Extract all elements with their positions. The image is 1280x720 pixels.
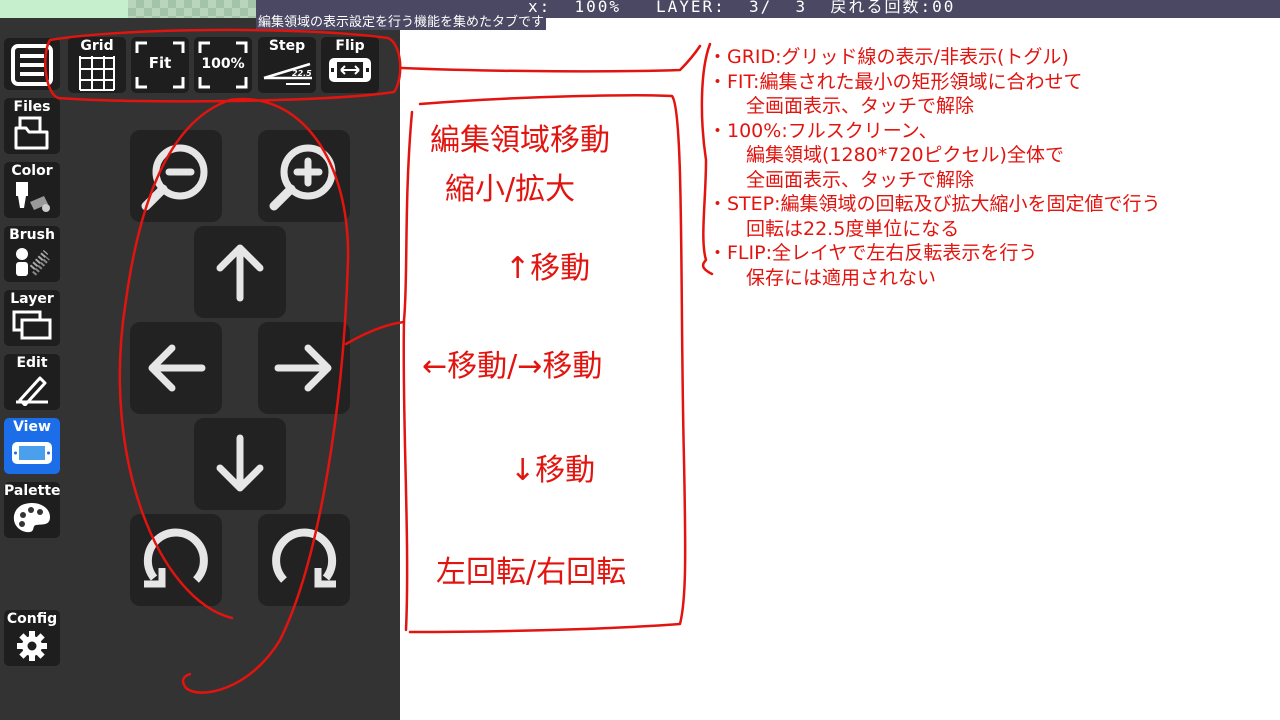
left-right-annotation: ←移動/→移動 [422, 349, 603, 384]
move-zone-annotation: 編集領域移動 [430, 123, 610, 158]
gear-icon [17, 631, 47, 661]
sidebar-item-edit[interactable]: Edit [4, 354, 60, 410]
zoom-out-icon [141, 144, 208, 211]
step-label: Step [268, 38, 306, 54]
note-line: 全画面表示、タッチで解除 [708, 95, 975, 117]
grid-label: Grid [80, 38, 114, 54]
step-button[interactable]: Step 22.5 [258, 37, 316, 93]
note-line: 全画面表示、タッチで解除 [708, 168, 975, 191]
grid-icon [79, 56, 115, 91]
note-line: ・STEP:編集領域の回転及び拡大縮小を固定値で行う [708, 193, 1161, 215]
sidebar-item-label: View [13, 419, 51, 435]
rotate-right-icon [272, 528, 337, 588]
arrow-right-icon [274, 344, 332, 392]
tab-tooltip: 編集領域の表示設定を行う機能を集めたタブです [256, 15, 547, 30]
fit-button[interactable]: Fit [131, 37, 189, 93]
color-icon [16, 182, 50, 212]
sidebar-item-label: Files [13, 99, 51, 115]
palette-icon [13, 503, 50, 533]
sidebar-item-label: Config [6, 611, 58, 627]
zoom-in-button[interactable] [258, 130, 350, 222]
layer-icon [12, 310, 52, 340]
flip-icon [329, 58, 371, 82]
zoom-annotation: 縮小/拡大 [445, 172, 576, 207]
rotate-left-button[interactable] [130, 514, 222, 606]
rotate-left-icon [143, 528, 208, 588]
flip-button[interactable]: Flip [321, 37, 379, 93]
note-line: ・100%:フルスクリーン、 [708, 119, 938, 142]
fit-label: Fit [148, 54, 172, 72]
zoom-in-icon [269, 144, 336, 211]
sidebar-item-config[interactable]: Config [4, 610, 60, 666]
sidebar-item-color[interactable]: Color [4, 162, 60, 218]
down-annotation: ↓移動 [510, 453, 596, 488]
menu-button[interactable] [4, 38, 60, 90]
view-icon [12, 442, 52, 464]
angle-step-icon: 22.5 [263, 62, 312, 85]
sidebar-item-palette[interactable]: Palette [4, 482, 60, 538]
sidebar-item-label: Color [11, 163, 53, 179]
arrow-left-icon [148, 344, 206, 392]
edit-icon [16, 376, 48, 406]
note-line: 保存には適用されない [708, 266, 937, 289]
hamburger-menu-icon [11, 44, 53, 86]
files-icon [14, 116, 49, 150]
status-text: x: 100% LAYER: 3/ 3 戻れる回数:00 [528, 0, 956, 16]
up-annotation: ↑移動 [505, 251, 591, 286]
brush-icon [16, 248, 50, 276]
note-line: 回転は22.5度単位になる [708, 217, 960, 240]
color-swatch [0, 0, 128, 18]
step-value: 22.5 [292, 69, 312, 78]
sidebar-item-label: Layer [10, 291, 54, 307]
move-down-button[interactable] [194, 418, 286, 510]
zoom-out-button[interactable] [130, 130, 222, 222]
sidebar-item-label: Edit [16, 355, 48, 371]
flip-label: Flip [335, 38, 365, 54]
sidebar-item-layer[interactable]: Layer [4, 290, 60, 346]
rotate-right-button[interactable] [258, 514, 350, 606]
move-right-button[interactable] [258, 322, 350, 414]
sidebar-item-view[interactable]: View [4, 418, 60, 474]
full-size-button[interactable]: 100% [194, 37, 252, 93]
sidebar-item-label: Palette [4, 483, 60, 499]
sidebar-item-label: Brush [9, 227, 55, 243]
full-size-label: 100% [201, 56, 245, 72]
arrow-up-icon [216, 244, 264, 302]
move-up-button[interactable] [194, 226, 286, 318]
feature-notes: ・GRID:グリッド線の表示/非表示(トグル) ・FIT:編集された最小の矩形領… [708, 45, 1161, 290]
sidebar-item-brush[interactable]: Brush [4, 226, 60, 282]
rotate-annotation: 左回転/右回転 [436, 555, 627, 590]
sidebar-item-files[interactable]: Files [4, 98, 60, 154]
status-bar: x: 100% LAYER: 3/ 3 戻れる回数:00 [0, 0, 1280, 18]
arrow-down-icon [216, 434, 264, 492]
grid-button[interactable]: Grid [68, 37, 126, 93]
move-left-button[interactable] [130, 322, 222, 414]
transparency-swatch [128, 0, 256, 18]
note-line: 編集領域(1280*720ピクセル)全体で [708, 144, 1064, 166]
note-line: ・FIT:編集された最小の矩形領域に合わせて [708, 70, 1083, 93]
note-line: ・FLIP:全レイヤで左右反転表示を行う [708, 242, 1038, 264]
note-line: ・GRID:グリッド線の表示/非表示(トグル) [708, 46, 1069, 68]
